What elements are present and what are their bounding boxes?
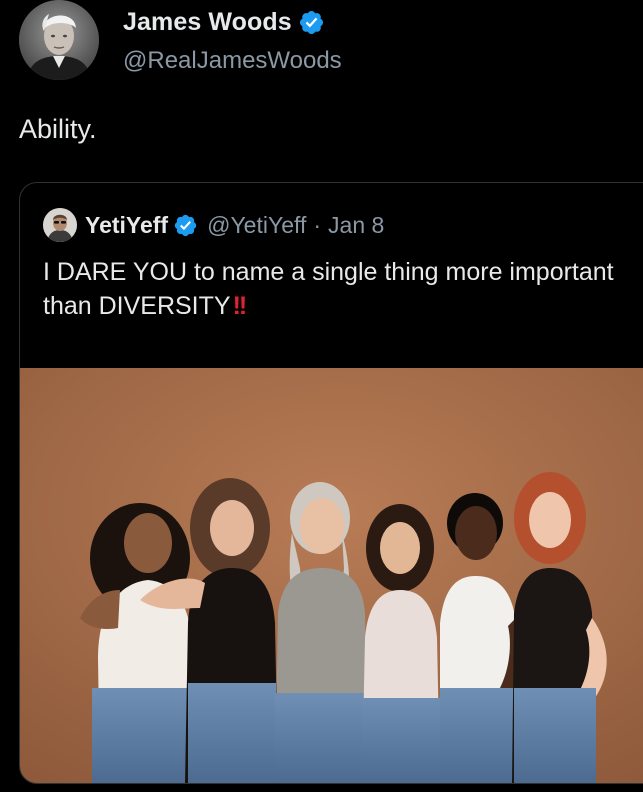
author-display-name[interactable]: James Woods <box>123 8 292 37</box>
quoted-tweet-body: I DARE YOU to name a single thing more i… <box>43 258 614 320</box>
quoted-tweet[interactable]: YetiYeff @YetiYeff · Jan 8 I DARE YOU to… <box>19 182 643 784</box>
quoted-tweet-photo[interactable] <box>20 368 643 783</box>
avatar-photo <box>19 0 99 80</box>
avatar[interactable] <box>43 208 77 242</box>
tweet-text: Ability. <box>19 114 97 144</box>
person-4 <box>362 504 440 783</box>
tweet: James Woods @RealJamesWoods Ability. Yet… <box>0 0 643 792</box>
avatar-photo <box>43 208 77 242</box>
verified-badge-icon[interactable] <box>298 9 325 36</box>
author-name-line: James Woods <box>123 6 342 38</box>
quoted-author-display-name[interactable]: YetiYeff <box>85 212 168 239</box>
author-handle[interactable]: @RealJamesWoods <box>123 47 342 75</box>
quoted-tweet-date[interactable]: Jan 8 <box>328 212 384 239</box>
quoted-tweet-text: I DARE YOU to name a single thing more i… <box>43 255 643 323</box>
tweet-header: James Woods @RealJamesWoods <box>19 0 342 86</box>
verified-badge-icon[interactable] <box>173 213 198 238</box>
quoted-author-handle[interactable]: @YetiYeff <box>207 212 306 239</box>
group-photo <box>20 368 643 783</box>
author-info: James Woods @RealJamesWoods <box>123 6 342 75</box>
separator-dot: · <box>313 211 322 238</box>
avatar[interactable] <box>19 0 99 80</box>
double-exclamation-icon: !! <box>232 292 248 320</box>
quoted-tweet-header: YetiYeff @YetiYeff · Jan 8 <box>43 208 384 242</box>
